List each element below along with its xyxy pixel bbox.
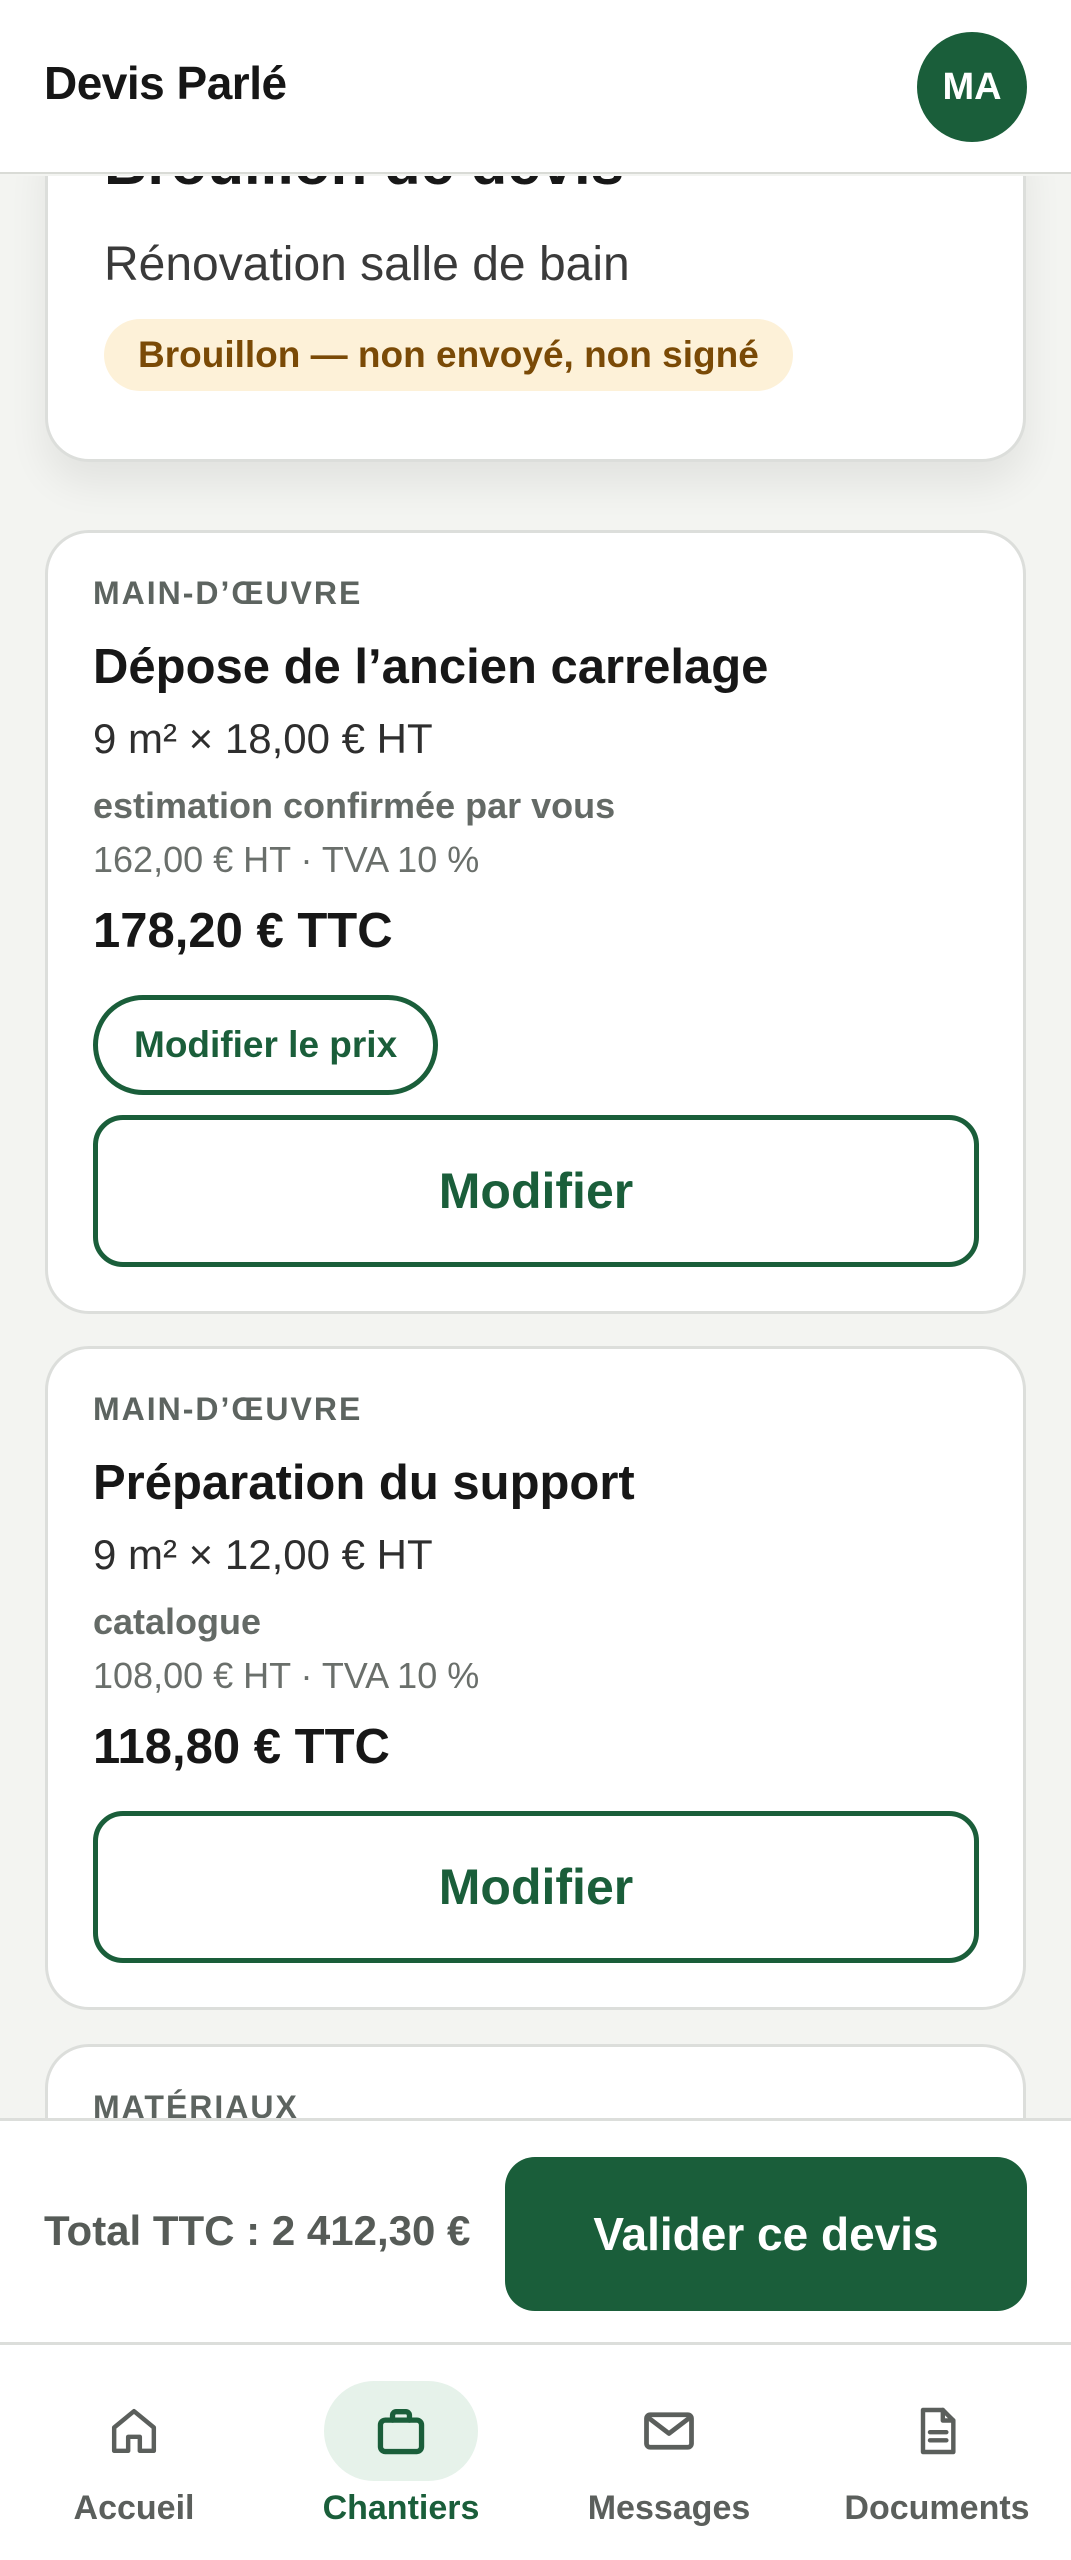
bottom-nav: Accueil Chantiers Messages Documents xyxy=(0,2342,1071,2560)
line-quantity-price: 9 m² × 18,00 € HT xyxy=(93,715,433,762)
nav-icon-container xyxy=(860,2381,1014,2481)
document-icon xyxy=(909,2403,965,2459)
quote-subtitle: Rénovation salle de bain xyxy=(104,238,630,291)
status-badge: Brouillon — non envoyé, non signé xyxy=(104,319,793,391)
user-avatar[interactable]: MA xyxy=(917,32,1027,142)
nav-item-documents[interactable]: Documents xyxy=(803,2345,1071,2560)
nav-item-messages[interactable]: Messages xyxy=(535,2345,803,2560)
top-app-bar: Devis Parlé MA xyxy=(0,0,1071,174)
app-title: Devis Parlé xyxy=(44,57,287,109)
quote-line-card: MAIN-D’ŒUVRE Dépose de l’ancien carrelag… xyxy=(45,530,1026,1314)
line-ht-vat: 162,00 € HT · TVA 10 % xyxy=(93,839,480,880)
nav-label: Accueil xyxy=(73,2489,195,2527)
total-bar: Total TTC : 2 412,30 € Valider ce devis xyxy=(0,2118,1071,2342)
nav-icon-container xyxy=(57,2381,211,2481)
line-ttc: 118,80 € TTC xyxy=(93,1720,390,1774)
quote-header-card: Brouillon de devis Rénovation salle de b… xyxy=(45,176,1026,462)
line-category: MAIN-D’ŒUVRE xyxy=(93,1391,363,1427)
line-price-source: estimation confirmée par vous xyxy=(93,785,616,826)
quote-line-card: MATÉRIAUX xyxy=(45,2044,1026,2118)
quote-line-card: MAIN-D’ŒUVRE Préparation du support 9 m²… xyxy=(45,1346,1026,2010)
line-quantity-price: 9 m² × 12,00 € HT xyxy=(93,1531,433,1578)
quote-title: Brouillon de devis xyxy=(104,176,624,198)
nav-label: Documents xyxy=(844,2489,1030,2527)
nav-item-accueil[interactable]: Accueil xyxy=(0,2345,268,2560)
briefcase-icon xyxy=(372,2402,430,2460)
nav-label: Messages xyxy=(587,2489,751,2527)
line-ht-vat: 108,00 € HT · TVA 10 % xyxy=(93,1655,480,1696)
nav-label: Chantiers xyxy=(322,2489,480,2527)
nav-item-chantiers[interactable]: Chantiers xyxy=(267,2345,535,2560)
line-price-source: catalogue xyxy=(93,1601,262,1642)
nav-icon-container xyxy=(592,2381,746,2481)
home-icon xyxy=(106,2403,162,2459)
total-ttc: Total TTC : 2 412,30 € xyxy=(44,2207,471,2254)
line-ttc: 178,20 € TTC xyxy=(93,904,393,958)
validate-quote-button[interactable]: Valider ce devis xyxy=(505,2157,1027,2311)
edit-line-button[interactable]: Modifier xyxy=(93,1811,979,1963)
line-category: MAIN-D’ŒUVRE xyxy=(93,575,363,611)
quote-content[interactable]: Brouillon de devis Rénovation salle de b… xyxy=(0,176,1071,2118)
edit-price-button[interactable]: Modifier le prix xyxy=(93,995,439,1095)
mail-icon xyxy=(639,2401,699,2461)
line-category: MATÉRIAUX xyxy=(93,2089,299,2118)
line-title: Préparation du support xyxy=(93,1456,635,1510)
line-title: Dépose de l’ancien carrelage xyxy=(93,640,769,694)
nav-icon-container xyxy=(324,2381,478,2481)
edit-line-button[interactable]: Modifier xyxy=(93,1115,979,1267)
